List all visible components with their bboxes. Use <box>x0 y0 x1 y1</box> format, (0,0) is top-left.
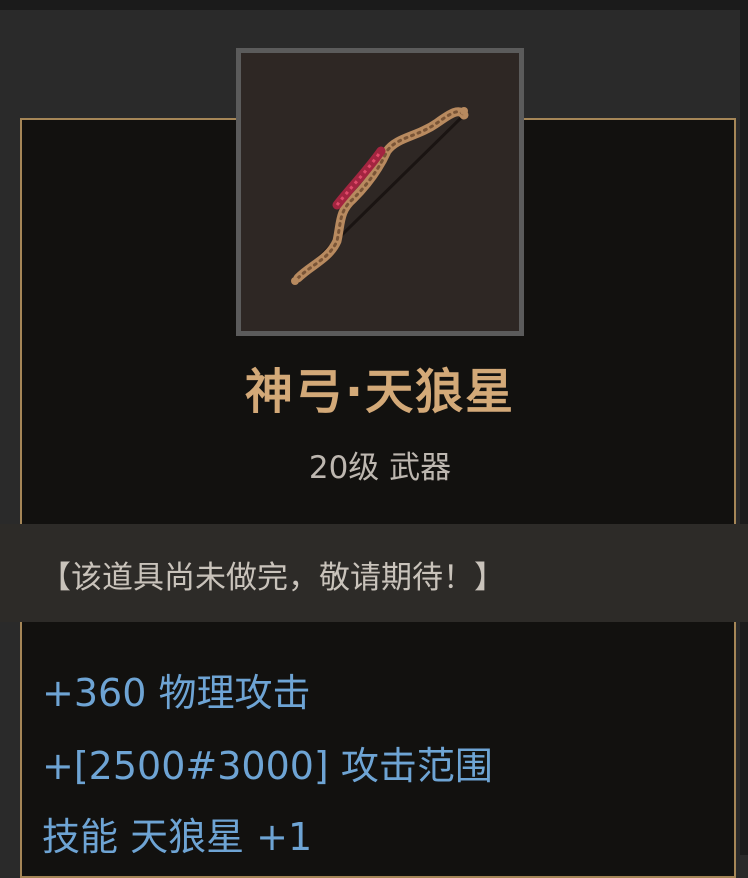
notice-text: 【该道具尚未做完，敬请期待！】 <box>40 560 505 596</box>
top-bar <box>0 0 748 10</box>
stat-skill-bonus: 技能 天狼星 +1 <box>42 815 313 859</box>
stat-attack-range: +[2500#3000] 攻击范围 <box>42 744 493 788</box>
item-name: 神弓·天狼星 <box>244 364 516 420</box>
stat-physical-attack: +360 物理攻击 <box>42 671 311 715</box>
right-edge-strip <box>740 10 748 855</box>
item-icon-frame <box>236 48 524 336</box>
bow-icon <box>291 107 469 285</box>
item-level-type: 20级 武器 <box>308 450 452 486</box>
